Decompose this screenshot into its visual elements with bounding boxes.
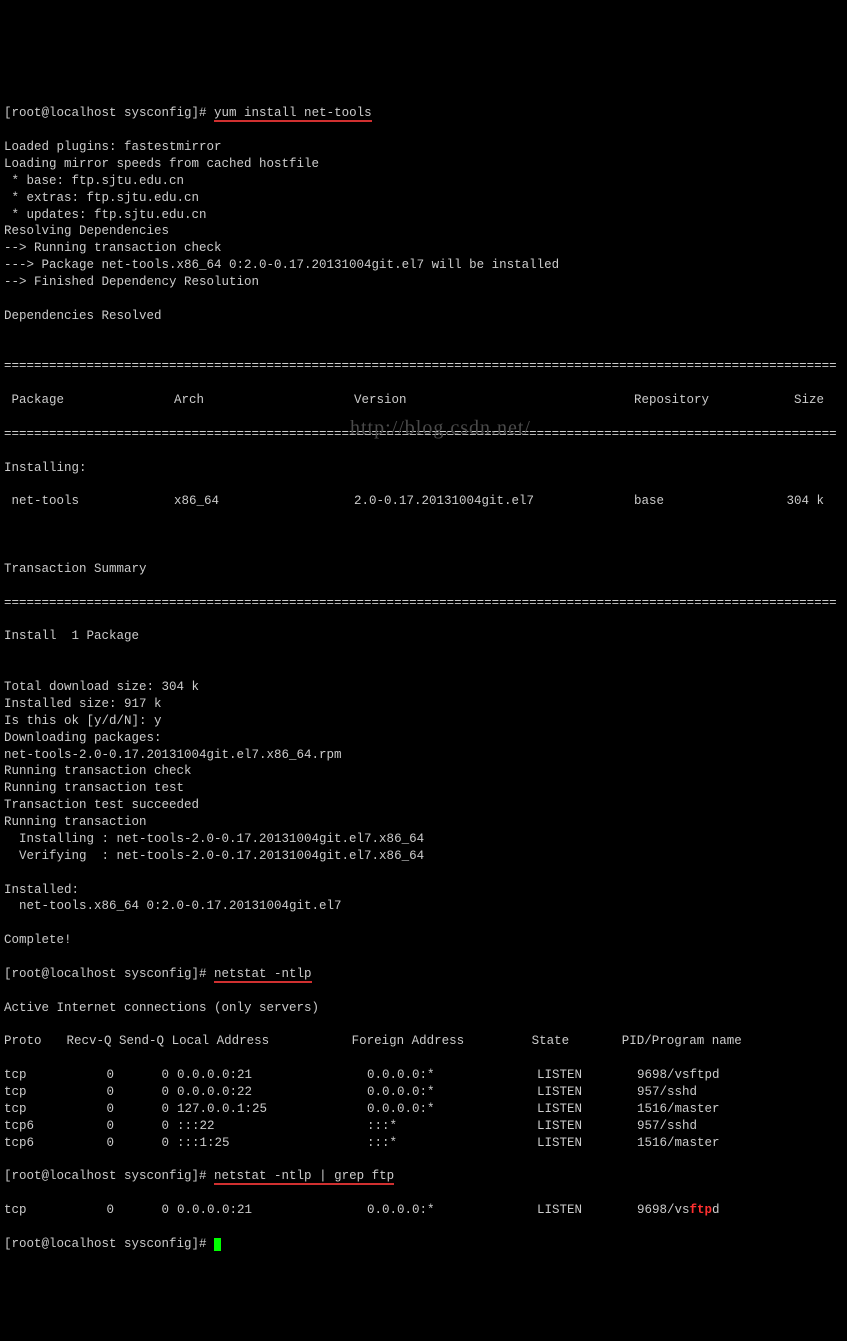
- output-line: --> Running transaction check: [4, 240, 843, 257]
- netstat-row: tcp00127.0.0.1:250.0.0.0:*LISTEN1516/mas…: [4, 1101, 843, 1118]
- command-yum-install: yum install net-tools: [214, 106, 372, 122]
- col-local: Local Address: [172, 1034, 270, 1048]
- col-proto: Proto: [4, 1033, 59, 1050]
- prompt-prefix: [root@localhost sysconfig]#: [4, 1169, 214, 1183]
- cursor-icon: [214, 1238, 221, 1251]
- output-line: Is this ok [y/d/N]: y: [4, 713, 843, 730]
- output-line: net-tools-2.0-0.17.20131004git.el7.x86_6…: [4, 747, 843, 764]
- pkg-row: net-toolsx86_642.0-0.17.20131004git.el7b…: [4, 493, 843, 510]
- output-line: Dependencies Resolved: [4, 308, 843, 325]
- prompt-line-1: [root@localhost sysconfig]# yum install …: [4, 105, 843, 122]
- output-line: Installing : net-tools-2.0-0.17.20131004…: [4, 831, 843, 848]
- output-line: Resolving Dependencies: [4, 223, 843, 240]
- output-line: [4, 915, 843, 932]
- output-line: [4, 291, 843, 308]
- netstat-row: tcp600:::22:::*LISTEN957/sshd: [4, 1118, 843, 1135]
- output-line: Loading mirror speeds from cached hostfi…: [4, 156, 843, 173]
- output-line: [4, 865, 843, 882]
- output-line: [4, 662, 843, 679]
- output-line: Loaded plugins: fastestmirror: [4, 139, 843, 156]
- pkg-repo: base: [634, 493, 764, 510]
- prompt-line-2: [root@localhost sysconfig]# netstat -ntl…: [4, 966, 843, 983]
- output-line: Verifying : net-tools-2.0-0.17.20131004g…: [4, 848, 843, 865]
- netstat-header: Active Internet connections (only server…: [4, 1000, 843, 1017]
- hdr-arch: Arch: [174, 392, 354, 409]
- blank: [4, 527, 843, 544]
- col-sendq: Send-Q: [119, 1034, 164, 1048]
- output-line: --> Finished Dependency Resolution: [4, 274, 843, 291]
- output-line: Running transaction: [4, 814, 843, 831]
- col-pid: PID/Program name: [622, 1034, 742, 1048]
- netstat-row: tcp600:::1:25:::*LISTEN1516/master: [4, 1135, 843, 1152]
- netstat-row: tcp000.0.0.0:210.0.0.0:*LISTEN9698/vsftp…: [4, 1067, 843, 1084]
- pkg-version: 2.0-0.17.20131004git.el7: [354, 493, 634, 510]
- grep-result-row: tcp000.0.0.0:210.0.0.0:*LISTEN9698/vsftp…: [4, 1202, 843, 1219]
- prompt-prefix: [root@localhost sysconfig]#: [4, 106, 214, 120]
- command-netstat: netstat -ntlp: [214, 967, 312, 983]
- tx-summary-label: Transaction Summary: [4, 561, 843, 578]
- hdr-version: Version: [354, 392, 634, 409]
- col-state: State: [532, 1034, 570, 1048]
- netstat-row: tcp000.0.0.0:220.0.0.0:*LISTEN957/sshd: [4, 1084, 843, 1101]
- pkg-header-row: PackageArchVersionRepositorySize: [4, 392, 843, 409]
- netstat-columns: Proto Recv-Q Send-Q Local Address Foreig…: [4, 1033, 843, 1050]
- hdr-size: Size: [764, 392, 824, 409]
- grep-send: 0: [114, 1202, 169, 1219]
- output-line: net-tools.x86_64 0:2.0-0.17.20131004git.…: [4, 898, 843, 915]
- output-line: Installed size: 917 k: [4, 696, 843, 713]
- command-netstat-grep: netstat -ntlp | grep ftp: [214, 1169, 394, 1185]
- output-line: Installed:: [4, 882, 843, 899]
- grep-proto: tcp: [4, 1202, 59, 1219]
- grep-recv: 0: [59, 1202, 114, 1219]
- installing-label: Installing:: [4, 460, 843, 477]
- output-line: Running transaction check: [4, 763, 843, 780]
- pkg-size: 304 k: [764, 493, 824, 510]
- hdr-repository: Repository: [634, 392, 764, 409]
- output-line: Complete!: [4, 932, 843, 949]
- output-line: * extras: ftp.sjtu.edu.cn: [4, 190, 843, 207]
- col-recvq: Recv-Q: [67, 1034, 112, 1048]
- grep-match-highlight: ftp: [690, 1203, 713, 1217]
- output-line: * updates: ftp.sjtu.edu.cn: [4, 207, 843, 224]
- grep-foreign: 0.0.0.0:*: [367, 1202, 537, 1219]
- prompt-prefix: [root@localhost sysconfig]#: [4, 967, 214, 981]
- pkg-arch: x86_64: [174, 493, 354, 510]
- grep-pid: 9698/vsftpd: [637, 1202, 720, 1219]
- col-foreign: Foreign Address: [352, 1034, 465, 1048]
- install-count: Install 1 Package: [4, 628, 843, 645]
- prompt-prefix: [root@localhost sysconfig]#: [4, 1237, 214, 1251]
- output-line: Downloading packages:: [4, 730, 843, 747]
- grep-state: LISTEN: [537, 1202, 637, 1219]
- output-line: [4, 325, 843, 342]
- prompt-line-3: [root@localhost sysconfig]# netstat -ntl…: [4, 1168, 843, 1185]
- pkg-name: net-tools: [4, 493, 174, 510]
- output-line: Transaction test succeeded: [4, 797, 843, 814]
- output-line: Total download size: 304 k: [4, 679, 843, 696]
- divider-double-top: ========================================…: [4, 358, 843, 375]
- prompt-line-4[interactable]: [root@localhost sysconfig]#: [4, 1236, 843, 1253]
- hdr-package: Package: [4, 392, 174, 409]
- output-line: Running transaction test: [4, 780, 843, 797]
- output-line: ---> Package net-tools.x86_64 0:2.0-0.17…: [4, 257, 843, 274]
- grep-local: 0.0.0.0:21: [169, 1202, 367, 1219]
- divider-double-bot: ========================================…: [4, 595, 843, 612]
- divider-double-mid: ========================================…: [4, 426, 843, 443]
- output-line: * base: ftp.sjtu.edu.cn: [4, 173, 843, 190]
